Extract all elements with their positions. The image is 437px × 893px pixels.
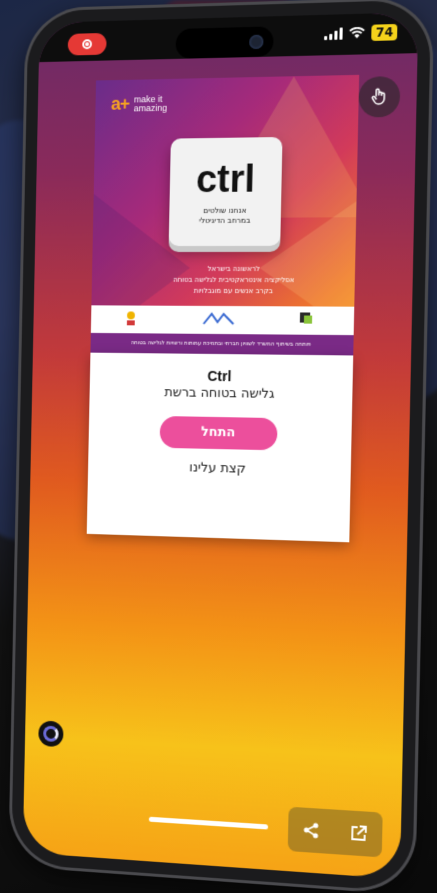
- partner-logo: [298, 310, 323, 330]
- home-indicator[interactable]: [148, 816, 269, 830]
- app-banner: a+ make it amazing ctrl אנחנו שולטים במר…: [90, 74, 360, 356]
- brand-line-2: amazing: [133, 102, 168, 113]
- phone-screen: 74 a+ make it amazing ctrl אנחנו שולטים …: [22, 12, 419, 880]
- brand-mark: a+: [110, 93, 130, 114]
- partner-logos: [90, 305, 355, 336]
- hand-tap-icon: [369, 86, 390, 107]
- banner-headline: לראשונה בישראל אפליקציה אינטראקטיבית לגל…: [134, 264, 334, 298]
- app-tagline: גלישה בטוחה ברשת: [164, 385, 275, 402]
- app-info-panel: Ctrl גלישה בטוחה ברשת התחל קצת עלינו: [86, 352, 354, 543]
- about-us-link[interactable]: קצת עלינו: [88, 458, 351, 479]
- keycap-sub-line-2: במרחב הדיגיטלי: [198, 215, 251, 226]
- status-icons: 74: [324, 23, 398, 42]
- camera-lens: [249, 34, 264, 50]
- signal-icon: [324, 27, 344, 41]
- app-card: a+ make it amazing ctrl אנחנו שולטים במר…: [86, 74, 360, 543]
- share-button[interactable]: [300, 819, 323, 843]
- phone-frame: 74 a+ make it amazing ctrl אנחנו שולטים …: [11, 0, 432, 893]
- screen-record-indicator[interactable]: [67, 32, 107, 56]
- ctrl-keycap: ctrl אנחנו שולטים במרחב הדיגיטלי: [168, 136, 283, 247]
- wifi-icon: [349, 27, 366, 39]
- partner-logo: [201, 310, 235, 330]
- share-panel: [287, 806, 383, 858]
- status-bar: 74: [38, 12, 419, 63]
- open-external-icon: [349, 824, 368, 843]
- brand-logo: a+ make it amazing: [111, 93, 168, 115]
- headline-line-2: אפליקציה אינטראקטיבית לגלישה בטוחה: [172, 275, 295, 285]
- app-name: Ctrl: [207, 367, 232, 385]
- share-icon: [302, 821, 321, 840]
- headline-line-1: לראשונה בישראל: [207, 264, 260, 274]
- record-icon: [82, 39, 93, 50]
- open-external-button[interactable]: [347, 822, 370, 846]
- battery-indicator: 74: [371, 23, 398, 41]
- dynamic-island: [175, 26, 274, 59]
- start-button[interactable]: התחל: [159, 415, 278, 451]
- keycap-word: ctrl: [195, 158, 256, 202]
- keycap-sub-line-1: אנחנו שולטים: [203, 205, 247, 216]
- partner-logo: [121, 309, 141, 329]
- headline-line-3: בקרב אנשים עם מוגבלויות: [193, 286, 273, 296]
- assistant-button[interactable]: [38, 720, 64, 748]
- hand-tap-button[interactable]: [358, 76, 401, 118]
- assistant-icon: [43, 725, 59, 743]
